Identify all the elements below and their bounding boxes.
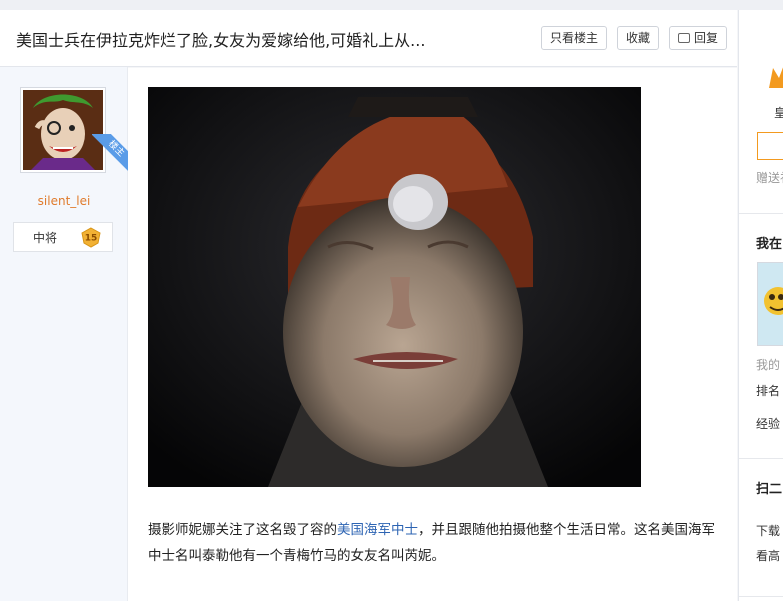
rank-badge-icon: 15 xyxy=(81,227,101,248)
emoji-avatar-icon xyxy=(764,287,783,315)
watch-text: 看高 xyxy=(756,549,781,563)
rank-stat-label: 排名 xyxy=(756,384,781,398)
exp-stat-label: 经验 xyxy=(756,417,781,431)
only-op-button[interactable]: 只看楼主 xyxy=(541,26,607,50)
section-title-me: 我在 xyxy=(756,237,783,252)
reply-label: 回复 xyxy=(693,31,718,45)
right-sidebar: 皇 赠送礼 我在 我的 排名 经验 扫二 下载 看高 xyxy=(738,10,783,601)
rank-name: 中将 xyxy=(33,231,58,245)
gift-button[interactable] xyxy=(757,132,783,160)
divider xyxy=(739,458,783,459)
download-text[interactable]: 下载 xyxy=(756,522,780,539)
op-tag: 楼主 xyxy=(92,134,130,172)
post-content: 摄影师妮娜关注了这名毁了容的美国海军中士，并且跟随他拍摄他整个生活日常。这名美国… xyxy=(128,68,737,601)
post-text-start: 摄影师妮娜关注了这名毁了容的 xyxy=(148,522,337,538)
my-stat-label: 我的 xyxy=(756,358,781,372)
comment-icon xyxy=(677,33,690,43)
top-strip xyxy=(0,0,783,10)
rank-box[interactable]: 中将 15 xyxy=(13,222,113,252)
avatar-image xyxy=(23,90,103,170)
post-text: 摄影师妮娜关注了这名毁了容的美国海军中士，并且跟随他拍摄他整个生活日常。这名美国… xyxy=(148,517,718,569)
tag-link[interactable]: 美国海军中士 xyxy=(337,522,418,538)
divider xyxy=(739,213,783,214)
portrait-image xyxy=(148,87,641,487)
svg-text:15: 15 xyxy=(85,234,98,244)
author-panel: 楼主 silent_lei 中将 15 xyxy=(0,67,130,601)
thread-header: 美国士兵在伊拉克炸烂了脸,女友为爱嫁给他,可婚礼上从... 只看楼主 收藏 回复 xyxy=(0,10,737,67)
section-title-scan: 扫二 xyxy=(756,482,783,497)
favorite-button[interactable]: 收藏 xyxy=(617,26,659,50)
my-avatar[interactable] xyxy=(757,262,783,346)
thread-title: 美国士兵在伊拉克炸烂了脸,女友为爱嫁给他,可婚礼上从... xyxy=(16,31,426,50)
username-link[interactable]: silent_lei xyxy=(0,194,128,208)
gift-hint: 赠送礼 xyxy=(756,171,783,185)
post-photo[interactable] xyxy=(148,87,641,487)
divider xyxy=(739,596,783,597)
gift-text: 皇 xyxy=(774,104,783,121)
reply-button[interactable]: 回复 xyxy=(669,26,727,50)
crown-icon xyxy=(769,67,783,88)
